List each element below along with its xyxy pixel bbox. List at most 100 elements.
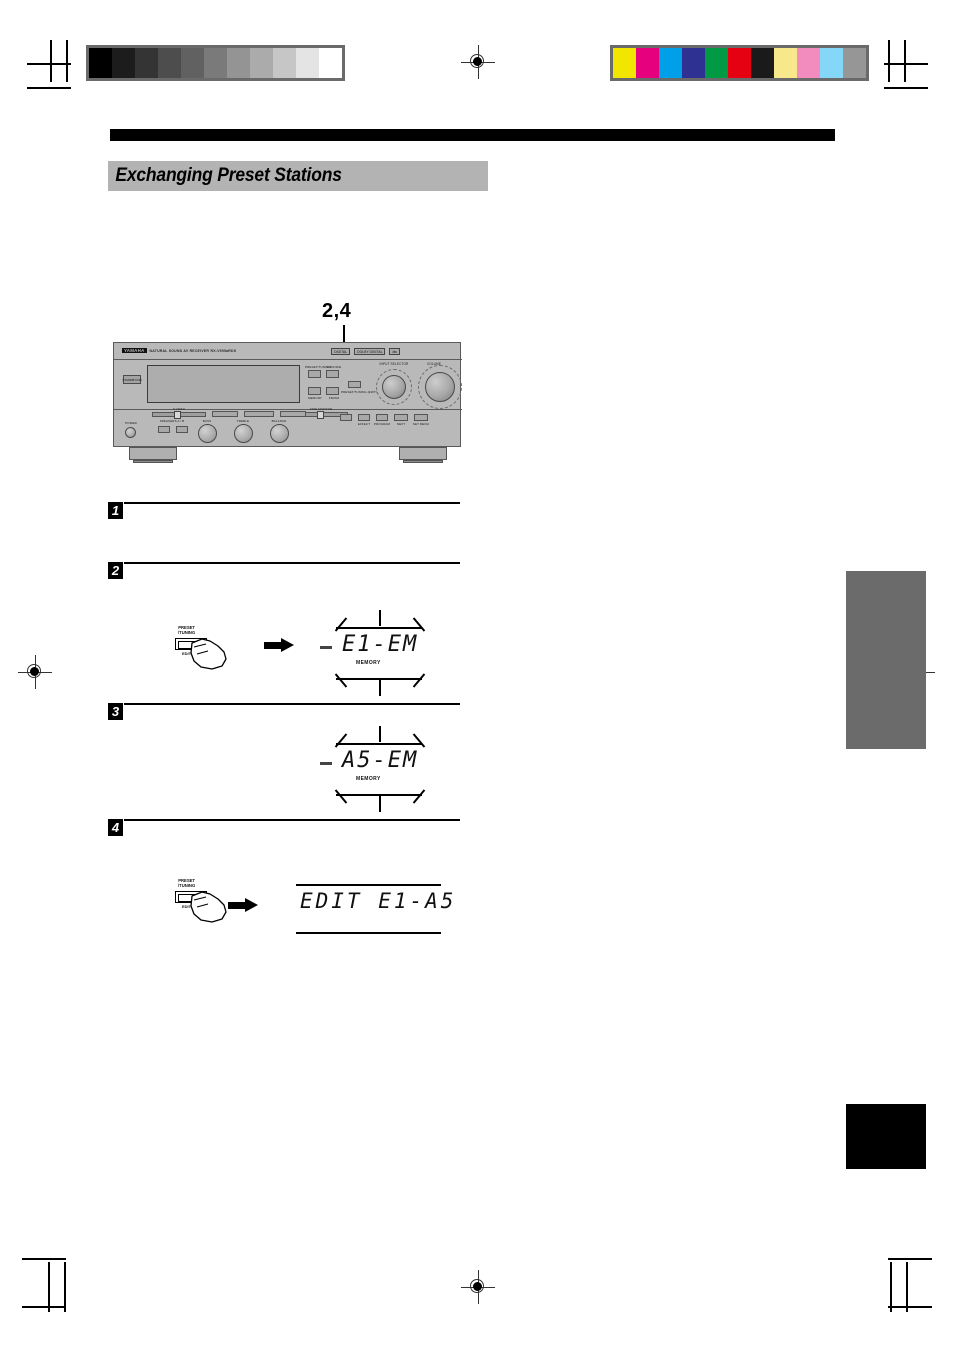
preset-tuning-edit-button-upper[interactable] (348, 381, 361, 388)
step-2-lcd-top-rule (336, 627, 422, 629)
receiver-model-text: NATURAL SOUND AV RECEIVER (149, 349, 210, 353)
step-4-button-caption-line1: PRESET (178, 878, 195, 883)
program-button-label: PROGRAM (373, 422, 391, 426)
yamaha-av-receiver-front-panel: YAMAHA NATURAL SOUND AV RECEIVER RX-V595a… (113, 342, 462, 464)
flash-ray (412, 789, 426, 804)
speakers-b-button[interactable] (176, 426, 188, 433)
color-swatch-5 (728, 48, 751, 78)
fm-am-label: FM/AM (328, 396, 340, 400)
program-button[interactable] (376, 414, 388, 421)
color-swatch-4 (705, 48, 728, 78)
time-level-button[interactable] (414, 414, 428, 421)
standby-on-label: STANDBY/ON (122, 377, 142, 382)
badge-dolby-digital: DOLBY DIGITAL (354, 348, 386, 355)
gray-swatch-7 (250, 48, 273, 78)
s-video-slider-knob[interactable] (174, 411, 181, 419)
page-title-text: Exchanging Preset Stations (115, 165, 342, 186)
receiver-foot-right (399, 447, 447, 460)
step-2-number: 2 (108, 562, 123, 579)
flash-ray (379, 680, 381, 696)
flash-ray (334, 617, 348, 632)
gray-swatch-5 (204, 48, 227, 78)
registration-mark-bottom (461, 1270, 495, 1304)
step-3-number: 3 (108, 703, 123, 720)
speakers-label: SPEAKERS A / B (159, 419, 185, 423)
memory-label: MEMORY (307, 396, 323, 400)
next-cap[interactable] (280, 411, 306, 417)
treble-knob[interactable] (234, 424, 253, 443)
gray-swatch-4 (181, 48, 204, 78)
next-button-label: NEXT (396, 422, 406, 426)
step-2-button-caption-line2: /TUNING (178, 630, 196, 636)
page-edge-tab-black (846, 1104, 926, 1169)
flash-ray (412, 733, 426, 748)
preset-tuning-edit-label-upper: PRESET/TUNING (EDIT) (341, 390, 378, 394)
format-badges: DIGITAL DOLBY DIGITAL dts (331, 348, 400, 355)
volume-knob[interactable] (425, 372, 455, 402)
brand-logo: YAMAHA NATURAL SOUND AV RECEIVER RX-V595a… (122, 348, 236, 353)
balance-knob[interactable] (270, 424, 289, 443)
step-4-arrow-icon (228, 898, 258, 912)
badge-digital: DIGITAL (331, 348, 351, 355)
step-2-lcd-dash (320, 646, 332, 649)
step-4-lcd-bottom-rule (296, 932, 441, 934)
step-4-number: 4 (108, 819, 123, 836)
s-video-slider-label: S VIDEO (172, 407, 186, 411)
preset-tuning-up-button[interactable] (308, 370, 321, 378)
input-selector-knob[interactable] (382, 375, 406, 399)
effect-button[interactable] (358, 414, 370, 421)
receiver-foot-base-left (133, 460, 173, 463)
step-3-lcd-memory-indicator: MEMORY (356, 776, 381, 782)
step-2-button-press-figure: PRESET /TUNING EDIT (170, 625, 232, 673)
standby-on-button[interactable]: STANDBY/ON (122, 375, 142, 384)
process-color-bar (610, 45, 869, 81)
hand-pointing-icon (190, 638, 227, 670)
speakers-a-button[interactable] (158, 426, 170, 433)
registration-mark-top (461, 45, 495, 79)
bass-knob[interactable] (198, 424, 217, 443)
step-4-button-caption: PRESET /TUNING (178, 878, 195, 889)
gray-swatch-6 (227, 48, 250, 78)
flash-ray (379, 610, 381, 626)
step-4-header: 4 (108, 819, 460, 837)
set-menu-button[interactable] (394, 414, 408, 421)
flash-ray (334, 733, 348, 748)
step-2-button-caption-line1: PRESET (178, 625, 195, 630)
treble-label: TREBLE (236, 419, 250, 423)
color-swatch-7 (774, 48, 797, 78)
page-title: Exchanging Preset Stations (108, 161, 488, 191)
receiver-foot-left (129, 447, 177, 460)
receiver-model-number: RX-V595aRDS (210, 349, 237, 353)
color-swatch-1 (636, 48, 659, 78)
step-4-lcd-top-rule (296, 884, 441, 886)
color-swatch-3 (682, 48, 705, 78)
color-swatch-0 (613, 48, 636, 78)
color-swatch-2 (659, 48, 682, 78)
gray-swatch-8 (273, 48, 296, 78)
gray-swatch-10 (319, 48, 342, 78)
step-2-arrow-icon (264, 638, 294, 652)
step-2-header: 2 (108, 562, 460, 580)
tape-monitor-slider-knob[interactable] (317, 411, 324, 419)
bass-label: BASS (202, 419, 212, 423)
fm-am-button[interactable] (326, 387, 339, 395)
memory-button[interactable] (308, 387, 321, 395)
step-3-lcd-dash (320, 762, 332, 765)
preset-tuning-edit-button[interactable] (340, 414, 352, 421)
step-1-rule (124, 502, 460, 504)
step-3-lcd-top-rule (336, 743, 422, 745)
program-cap[interactable] (244, 411, 274, 417)
abcde-label: A/B/C/D/E (326, 365, 342, 369)
power-button[interactable] (125, 427, 136, 438)
color-swatch-8 (797, 48, 820, 78)
effect-cap[interactable] (212, 411, 238, 417)
flash-ray (379, 726, 381, 742)
gray-swatch-2 (135, 48, 158, 78)
gray-swatch-3 (158, 48, 181, 78)
page-edge-tab-gray (846, 571, 926, 749)
gray-swatch-9 (296, 48, 319, 78)
step-4-display-figure: EDIT E1-A5 (286, 874, 453, 944)
gray-swatch-0 (89, 48, 112, 78)
step-3-rule (124, 703, 460, 705)
abcde-button[interactable] (326, 370, 339, 378)
